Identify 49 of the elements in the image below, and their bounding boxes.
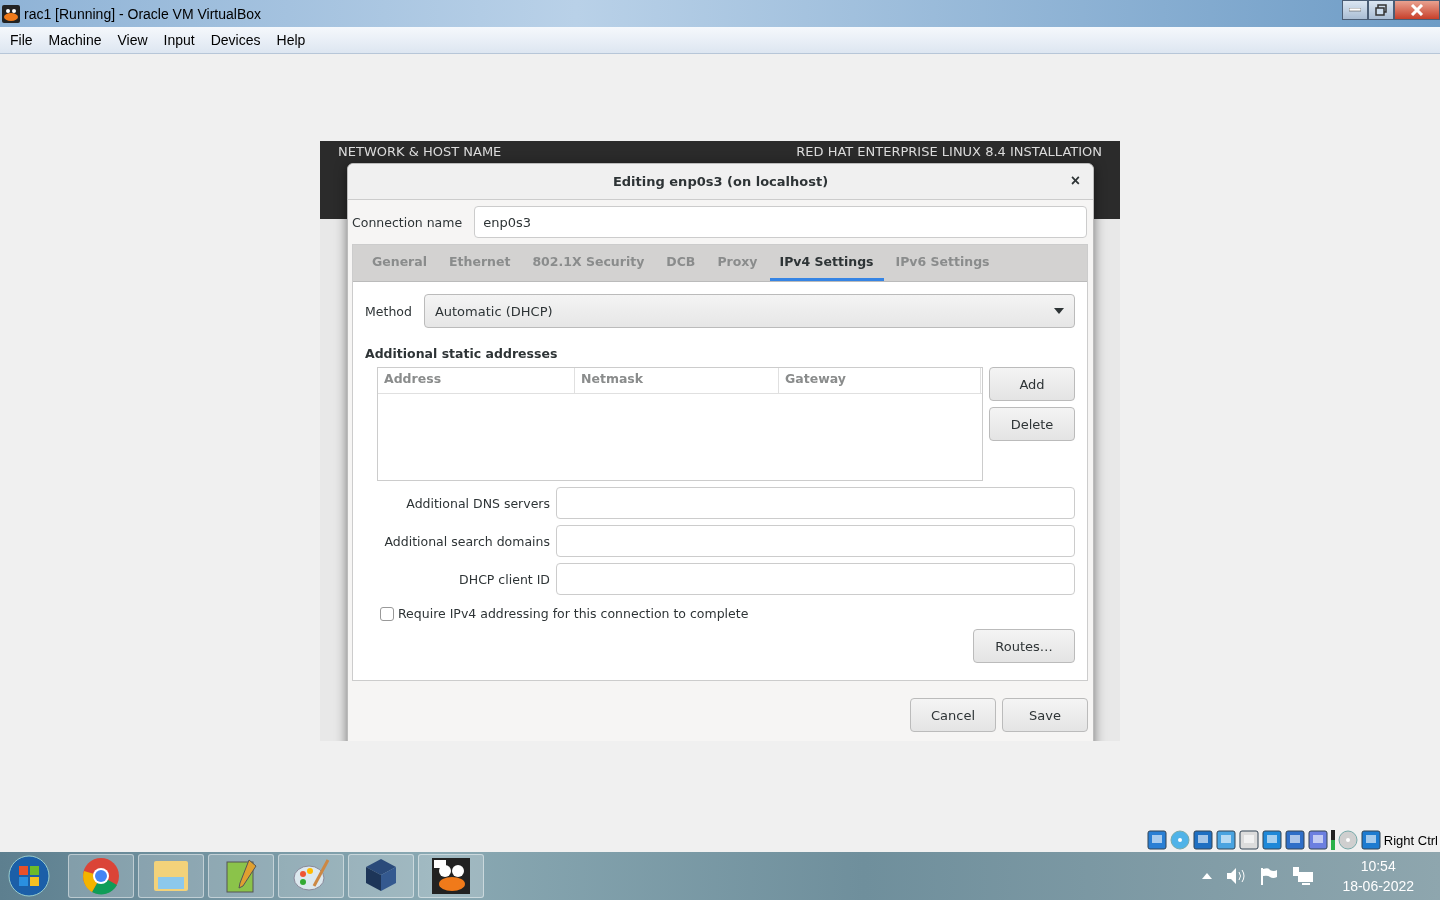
browser-icon	[82, 857, 120, 895]
minimize-icon	[1349, 8, 1361, 12]
field-label: Connection name	[352, 214, 463, 230]
method-dropdown[interactable]: Automatic (DHCP)	[423, 294, 1075, 328]
checkbox-label: Require IPv4 addressing for this connection to complete	[398, 606, 749, 621]
field-label: Additional DNS servers	[405, 495, 550, 511]
input-field[interactable]	[556, 563, 1075, 595]
dialog-title: Editing enp0s3 (on localhost)	[612, 174, 829, 189]
dialog-button[interactable]: Cancel	[910, 698, 996, 732]
penguin-icon	[2, 4, 20, 23]
field-label: Method	[365, 303, 412, 319]
dropdown-arrow-icon	[1054, 308, 1064, 314]
host-key-label: Right Ctrl	[1383, 832, 1438, 848]
menu-item[interactable]: View	[109, 30, 156, 50]
speaker-icon[interactable]	[1226, 867, 1247, 885]
menu-item[interactable]: Devices	[202, 30, 269, 50]
table-action-button[interactable]: Delete	[989, 407, 1075, 441]
close-icon	[1410, 4, 1424, 16]
installer-section-title: NETWORK & HOST NAME	[338, 144, 502, 159]
show-hidden-icons-icon[interactable]	[1202, 873, 1213, 879]
field-label: DHCP client ID	[458, 571, 550, 587]
menu-item[interactable]: File	[2, 30, 41, 50]
section-heading: Additional static addresses	[365, 346, 559, 361]
maximize-icon	[1375, 4, 1387, 16]
table-action-button[interactable]: Add	[989, 367, 1075, 401]
maximize-button[interactable]	[1368, 0, 1394, 20]
level-icon	[1330, 830, 1335, 850]
tab[interactable]: IPv4 Settings	[769, 245, 884, 281]
checkbox[interactable]	[380, 606, 394, 621]
notepad-icon	[223, 858, 259, 894]
palette-icon	[292, 858, 330, 894]
taskbar-button[interactable]	[418, 854, 484, 898]
penguin-icon	[431, 857, 471, 895]
input-field[interactable]	[556, 525, 1075, 557]
routes-button[interactable]: Routes…	[973, 629, 1075, 663]
menu-item[interactable]: Help	[268, 30, 314, 50]
input-field[interactable]	[556, 487, 1075, 519]
taskbar-button[interactable]	[348, 854, 414, 898]
minimize-button[interactable]	[1342, 0, 1368, 20]
close-button[interactable]: ×	[1067, 172, 1083, 190]
field-label: Additional search domains	[383, 533, 550, 549]
installer-product-title: RED HAT ENTERPRISE LINUX 8.4 INSTALLATION	[796, 144, 1102, 159]
window-title: rac1 [Running] - Oracle VM VirtualBox	[24, 5, 263, 22]
dialog-button[interactable]: Save	[1002, 698, 1088, 732]
close-button[interactable]	[1394, 0, 1440, 20]
flag-icon[interactable]	[1260, 867, 1279, 885]
menu-item[interactable]: Input	[155, 30, 203, 50]
menu-item[interactable]: Machine	[40, 30, 110, 50]
connection-name-field[interactable]: enp0s3	[474, 206, 1087, 238]
